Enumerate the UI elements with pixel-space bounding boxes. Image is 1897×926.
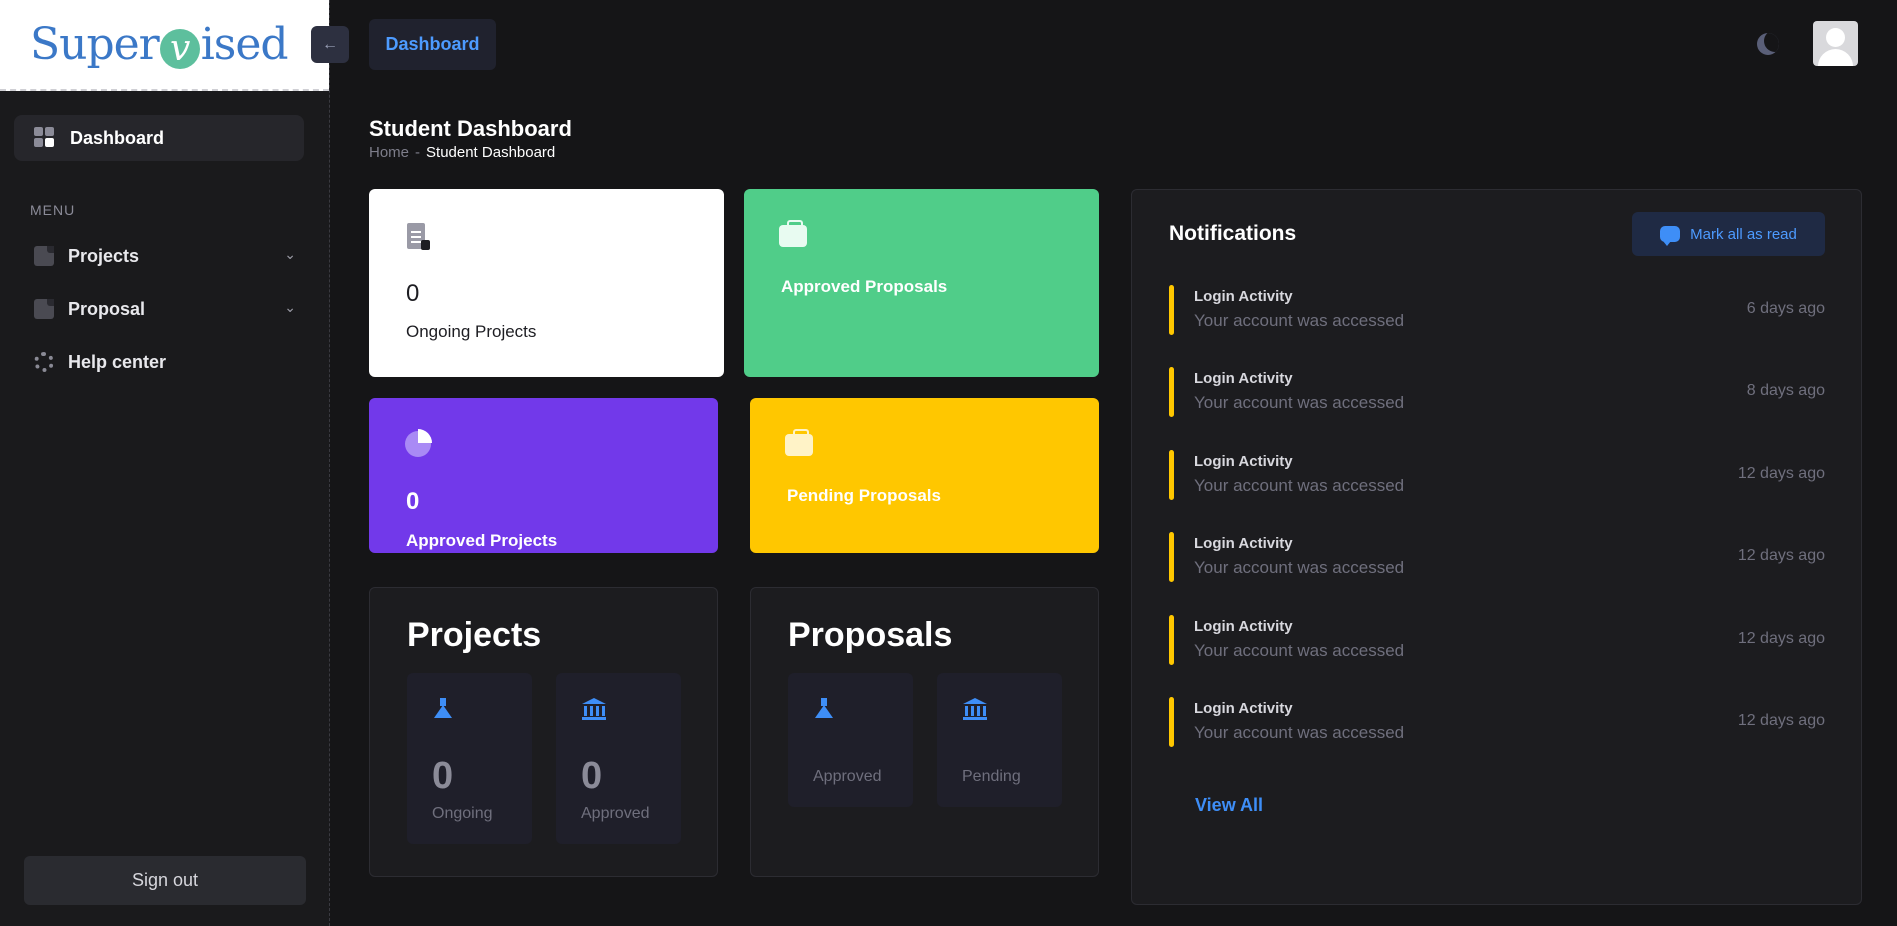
document-icon xyxy=(34,299,54,319)
notification-body: Your account was accessed xyxy=(1194,641,1405,660)
notification-time: 12 days ago xyxy=(1737,712,1825,729)
notification-item[interactable]: Login Activity Your account was accessed… xyxy=(1169,697,1825,747)
proposals-approved-label: Approved xyxy=(813,768,882,785)
notification-item[interactable]: Login Activity Your account was accessed… xyxy=(1169,615,1825,665)
bank-icon xyxy=(963,698,987,720)
notification-time: 12 days ago xyxy=(1737,547,1825,564)
proposals-panel: Proposals Approved Pending xyxy=(750,587,1099,877)
sidebar: Super v ised Dashboard MENU Projects ⌄ Pro… xyxy=(0,0,330,926)
logo-badge: v xyxy=(159,28,200,69)
sidebar-item-label: Proposal xyxy=(68,298,146,319)
pie-chart-icon xyxy=(405,429,432,457)
notification-item[interactable]: Login Activity Your account was accessed… xyxy=(1169,532,1825,582)
notification-title: Login Activity xyxy=(1194,370,1293,387)
bank-icon xyxy=(582,698,606,720)
approved-proposals-label: Approved Proposals xyxy=(781,277,948,296)
projects-panel-title: Projects xyxy=(407,616,542,654)
sidebar-collapse-button[interactable]: ← xyxy=(311,26,349,63)
user-avatar-icon xyxy=(1826,28,1845,47)
proposals-pending-label: Pending xyxy=(962,768,1021,785)
sign-out-button[interactable]: Sign out xyxy=(24,856,306,905)
projects-approved-label: Approved xyxy=(581,805,650,822)
menu-section-label: MENU xyxy=(30,202,76,218)
logo[interactable]: Super v ised xyxy=(0,0,329,91)
projects-panel: Projects 0 Ongoing 0 Approved xyxy=(369,587,718,877)
breadcrumb-home[interactable]: Home xyxy=(369,144,409,161)
projects-ongoing-count: 0 xyxy=(432,755,454,797)
sidebar-item-label: Help center xyxy=(68,351,167,372)
notification-time: 12 days ago xyxy=(1737,630,1825,647)
page-title: Student Dashboard xyxy=(369,116,572,141)
projects-ongoing-tile[interactable]: 0 Ongoing xyxy=(407,673,532,844)
sidebar-item-dashboard[interactable]: Dashboard xyxy=(14,115,304,161)
notification-time: 6 days ago xyxy=(1746,300,1825,317)
sidebar-item-label: Projects xyxy=(68,245,140,266)
avatar[interactable] xyxy=(1813,21,1858,66)
notification-body: Your account was accessed xyxy=(1194,723,1405,742)
projects-ongoing-label: Ongoing xyxy=(432,805,493,822)
ongoing-projects-count: 0 xyxy=(406,280,420,307)
breadcrumb-current: Student Dashboard xyxy=(426,144,556,161)
flask-icon xyxy=(433,698,453,718)
notification-item[interactable]: Login Activity Your account was accessed… xyxy=(1169,450,1825,500)
briefcase-icon xyxy=(785,429,813,456)
notification-item[interactable]: Login Activity Your account was accessed… xyxy=(1169,285,1825,335)
sidebar-item-help-center[interactable]: Help center xyxy=(34,348,296,376)
proposals-panel-title: Proposals xyxy=(788,616,953,654)
approved-proposals-card[interactable]: Approved Proposals xyxy=(744,189,1099,377)
sidebar-item-label: Dashboard xyxy=(70,127,165,148)
notification-title: Login Activity xyxy=(1194,700,1293,717)
sidebar-item-proposal[interactable]: Proposal ⌄ xyxy=(34,295,296,323)
notification-title: Login Activity xyxy=(1194,535,1293,552)
clipboard-icon xyxy=(407,223,430,250)
chevron-down-icon: ⌄ xyxy=(284,246,296,262)
mark-all-read-button[interactable]: Mark all as read xyxy=(1632,212,1825,256)
notification-item[interactable]: Login Activity Your account was accessed… xyxy=(1169,367,1825,417)
notification-title: Login Activity xyxy=(1194,618,1293,635)
approved-projects-label: Approved Projects xyxy=(406,531,558,550)
breadcrumb: Home - Student Dashboard xyxy=(369,144,556,161)
notification-body: Your account was accessed xyxy=(1194,393,1405,412)
notification-body: Your account was accessed xyxy=(1194,558,1405,577)
proposals-pending-tile[interactable]: Pending xyxy=(937,673,1062,807)
notification-time: 12 days ago xyxy=(1737,465,1825,482)
tab-dashboard[interactable]: Dashboard xyxy=(369,19,496,70)
chat-icon xyxy=(1660,226,1681,246)
document-icon xyxy=(34,246,54,266)
approved-projects-card[interactable]: 0 Approved Projects xyxy=(369,398,718,553)
approved-projects-count: 0 xyxy=(406,488,420,515)
notifications-panel: Notifications Mark all as read Login Act… xyxy=(1131,189,1862,905)
notification-time: 8 days ago xyxy=(1746,382,1825,399)
pending-proposals-label: Pending Proposals xyxy=(787,486,941,505)
notifications-title: Notifications xyxy=(1169,222,1297,245)
notification-title: Login Activity xyxy=(1194,453,1293,470)
ongoing-projects-label: Ongoing Projects xyxy=(406,322,537,341)
briefcase-icon xyxy=(779,220,807,247)
dashboard-icon xyxy=(34,127,56,149)
notification-body: Your account was accessed xyxy=(1194,311,1405,330)
view-all-link[interactable]: View All xyxy=(1195,795,1263,816)
arrow-left-icon: ← xyxy=(322,35,338,53)
sidebar-item-projects[interactable]: Projects ⌄ xyxy=(34,242,296,270)
moon-icon[interactable] xyxy=(1757,33,1779,55)
projects-approved-count: 0 xyxy=(581,755,603,797)
notification-title: Login Activity xyxy=(1194,288,1293,305)
logo-text: Super v ised xyxy=(30,19,289,70)
ongoing-projects-card[interactable]: 0 Ongoing Projects xyxy=(369,189,724,377)
flask-icon xyxy=(814,698,834,718)
projects-approved-tile[interactable]: 0 Approved xyxy=(556,673,681,844)
lifebuoy-icon xyxy=(34,352,54,372)
chevron-down-icon: ⌄ xyxy=(284,299,296,315)
proposals-approved-tile[interactable]: Approved xyxy=(788,673,913,807)
notification-body: Your account was accessed xyxy=(1194,476,1405,495)
pending-proposals-card[interactable]: Pending Proposals xyxy=(750,398,1099,553)
